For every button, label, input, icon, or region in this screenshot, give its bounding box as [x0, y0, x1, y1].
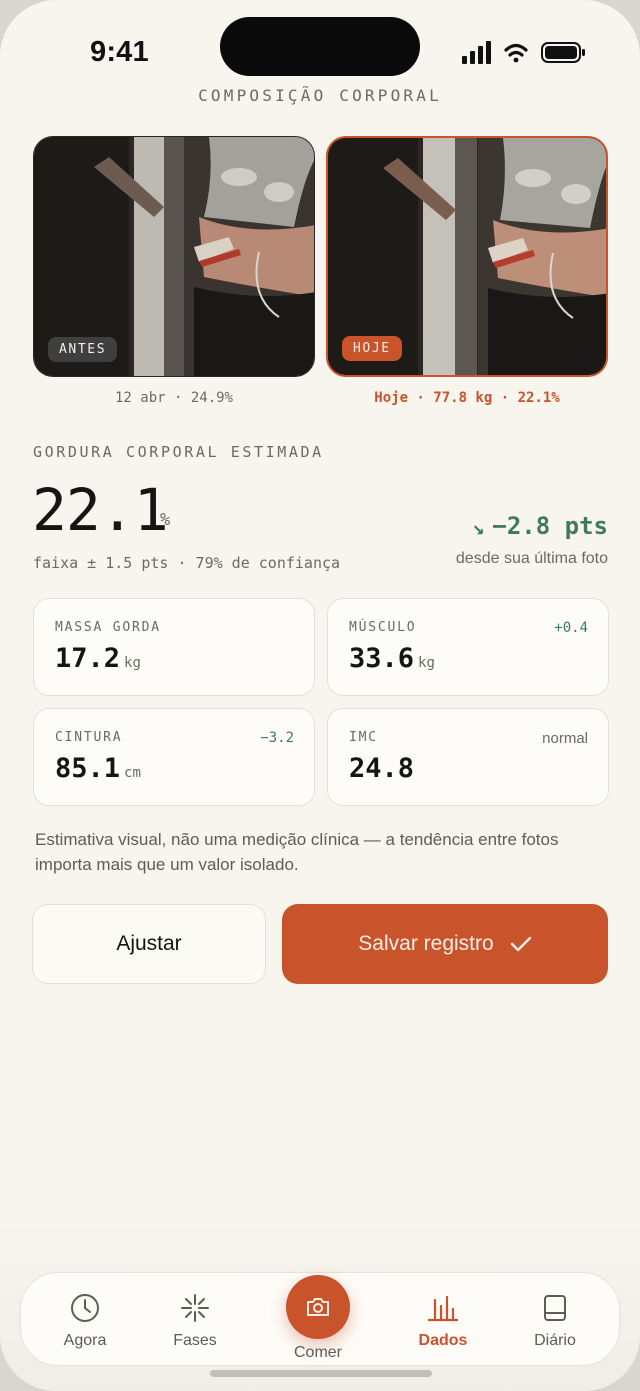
signal-icon [462, 41, 491, 64]
tab-label: Dados [418, 1332, 468, 1349]
metric-number: 33.6 [349, 643, 415, 674]
camera-icon [307, 1298, 329, 1316]
check-icon [510, 936, 531, 952]
tab-label: Agora [63, 1332, 107, 1349]
disclaimer-note: Estimativa visual, não uma medição clíni… [35, 830, 559, 874]
metric-unit: kg [418, 655, 435, 671]
journal-icon [544, 1295, 566, 1321]
metric-status: normal [542, 730, 588, 747]
trend-down-icon: ↘ [472, 515, 485, 539]
delta-caption: desde sua última foto [455, 550, 608, 567]
metric-unit: kg [124, 655, 141, 671]
body-fat-unit: % [160, 510, 171, 530]
status-time: 9:41 [90, 36, 149, 68]
tab-comer-camera-button[interactable] [286, 1275, 350, 1339]
tab-label-comer[interactable]: Comer [268, 1344, 368, 1362]
body-fat-delta: ↘ −2.8 pts [472, 512, 608, 540]
save-record-button[interactable]: Salvar registro [282, 904, 608, 984]
metric-change: −3.2 [260, 730, 294, 746]
page-title: COMPOSIÇÃO CORPORAL [198, 86, 442, 105]
save-record-label: Salvar registro [358, 932, 494, 955]
tab-label: Diário [534, 1332, 576, 1349]
metric-label: IMC [349, 730, 378, 745]
body-fat-label: GORDURA CORPORAL ESTIMADA [33, 443, 324, 461]
status-icons [462, 41, 585, 64]
metric-value: 17.2 kg [55, 643, 141, 674]
metric-label: MÚSCULO [349, 620, 417, 635]
before-caption: 12 abr · 24.9% [114, 390, 233, 406]
bar-chart-icon [427, 1295, 459, 1322]
before-tag: ANTES [48, 337, 118, 362]
metric-value: 85.1 cm [55, 753, 141, 784]
photo-before[interactable]: ANTES [33, 136, 315, 377]
metric-number: 85.1 [55, 753, 121, 784]
tab-diario[interactable]: Diário [505, 1292, 605, 1350]
metric-value: 33.6 kg [349, 643, 435, 674]
metric-label: MASSA GORDA [55, 620, 161, 635]
tab-dados[interactable]: Dados [393, 1292, 493, 1350]
metric-card-bmi[interactable]: IMC normal 24.8 [327, 708, 609, 806]
photo-today[interactable]: HOJE [326, 136, 608, 377]
wifi-icon [504, 43, 528, 63]
metric-card-fat-mass[interactable]: MASSA GORDA 17.2 kg [33, 598, 315, 696]
sparkle-icon [181, 1294, 209, 1322]
adjust-button[interactable]: Ajustar [32, 904, 266, 984]
clock-icon [71, 1294, 99, 1322]
metric-card-muscle[interactable]: MÚSCULO +0.4 33.6 kg [327, 598, 609, 696]
metric-number: 17.2 [55, 643, 121, 674]
metric-card-waist[interactable]: CINTURA −3.2 85.1 cm [33, 708, 315, 806]
status-bar: 9:41 [0, 0, 640, 80]
phone-screen: 9:41 COMPOSIÇÃO CORPORAL ANTES HOJE 12 a… [0, 0, 640, 1391]
tab-agora[interactable]: Agora [35, 1292, 135, 1350]
confidence-range: faixa ± 1.5 pts · 79% de confiança [33, 554, 341, 572]
body-fat-value: 22.1 [32, 476, 169, 544]
today-tag: HOJE [342, 336, 402, 361]
metric-number: 24.8 [349, 753, 415, 784]
battery-icon [541, 42, 585, 63]
metric-unit: cm [124, 765, 141, 781]
dynamic-island [220, 17, 420, 76]
home-indicator[interactable] [210, 1370, 432, 1377]
metric-label: CINTURA [55, 730, 123, 745]
today-caption: Hoje · 77.8 kg · 22.1% [374, 390, 560, 406]
metric-value: 24.8 [349, 753, 414, 784]
tab-label: Fases [173, 1332, 217, 1349]
delta-value: −2.8 pts [492, 512, 608, 540]
tab-fases[interactable]: Fases [145, 1292, 245, 1350]
metric-change: +0.4 [554, 620, 588, 636]
